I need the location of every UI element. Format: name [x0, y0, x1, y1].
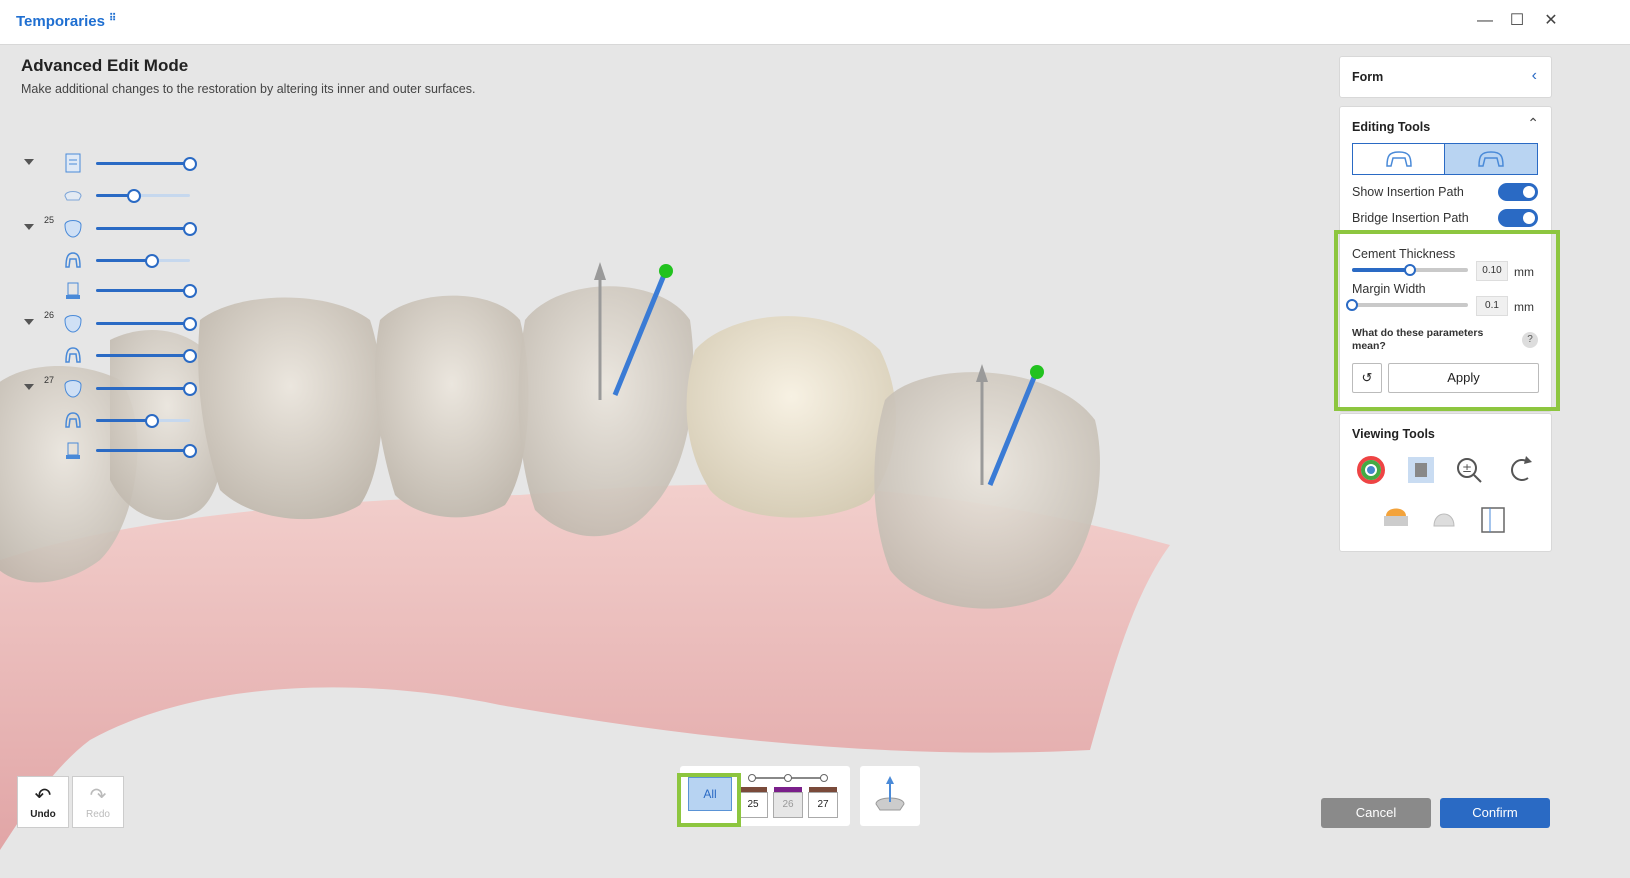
redo-button[interactable]: ↷ Redo	[72, 776, 124, 828]
undo-icon: ↶	[34, 785, 52, 807]
page-subtitle: Make additional changes to the restorati…	[21, 82, 476, 96]
tooth-inner-icon[interactable]	[62, 344, 84, 366]
insertion-view-button[interactable]	[860, 766, 920, 826]
highlight-box	[677, 773, 741, 827]
texture-icon	[1408, 457, 1434, 483]
tooth-26-model	[686, 316, 897, 518]
tooth-inner-icon	[1478, 151, 1504, 167]
expand-tooth-icon	[1384, 508, 1408, 526]
expand-arrow-icon[interactable]	[24, 159, 34, 165]
opacity-slider[interactable]	[96, 189, 190, 203]
form-panel[interactable]: Form ‹	[1339, 56, 1552, 98]
opacity-slider[interactable]	[96, 222, 197, 236]
tooth-number: 27	[44, 375, 55, 385]
cancel-button[interactable]: Cancel	[1321, 798, 1431, 828]
svg-text:±: ±	[1462, 461, 1472, 475]
show-insertion-path-label: Show Insertion Path	[1352, 185, 1464, 199]
editing-tools-label: Editing Tools	[1352, 120, 1431, 134]
abutment-icon[interactable]	[62, 279, 84, 301]
tooth-model	[198, 297, 383, 520]
tooth-crown-icon[interactable]	[62, 377, 84, 399]
pin-icon[interactable]: ⠿	[109, 13, 116, 24]
tooth-number: 25	[44, 215, 55, 225]
tooth-number: 26	[44, 310, 55, 320]
insertion-handle	[659, 264, 673, 278]
form-label: Form	[1352, 70, 1384, 84]
tooth-27-model	[874, 372, 1100, 609]
scan-icon[interactable]	[62, 152, 84, 174]
tree-row	[20, 247, 200, 273]
viewing-tools-label: Viewing Tools	[1352, 427, 1435, 441]
redo-icon: ↷	[89, 785, 107, 807]
outer-surface-tool[interactable]	[1352, 143, 1446, 175]
insertion-axis-icon	[875, 776, 905, 811]
inner-surface-tool[interactable]	[1444, 143, 1538, 175]
abutment-icon[interactable]	[62, 439, 84, 461]
opacity-slider[interactable]	[96, 382, 197, 396]
app-title: Temporaries ⠿	[16, 13, 116, 30]
tooth-crown-icon[interactable]	[62, 217, 84, 239]
undo-button[interactable]: ↶ Undo	[17, 776, 69, 828]
opacity-slider[interactable]	[96, 349, 197, 363]
tree-row	[20, 437, 200, 463]
zoom-icon: ±	[1457, 458, 1482, 483]
bridge-insertion-path-toggle[interactable]	[1498, 209, 1538, 227]
tooth-26-chip[interactable]: 26	[773, 787, 803, 818]
tree-row	[20, 277, 200, 303]
expand-arrow-icon[interactable]	[24, 319, 34, 325]
opacity-slider[interactable]	[96, 157, 197, 171]
jaw-icon[interactable]	[62, 184, 84, 206]
tooth-crown-icon[interactable]	[62, 312, 84, 334]
bridge-insertion-path-label: Bridge Insertion Path	[1352, 211, 1469, 225]
tree-row	[20, 182, 200, 208]
tree-row	[20, 342, 200, 368]
rotate-icon	[1511, 456, 1532, 481]
chevron-up-icon[interactable]: ⌃	[1527, 115, 1539, 132]
expand-arrow-icon[interactable]	[24, 224, 34, 230]
minimize-button[interactable]: —	[1474, 10, 1496, 32]
tooth-outer-icon	[1386, 151, 1412, 167]
tree-row: 26	[20, 310, 200, 336]
chevron-left-icon[interactable]: ‹	[1532, 67, 1537, 85]
color-wheel-icon	[1357, 456, 1385, 484]
tree-row: 25	[20, 215, 200, 241]
undo-label: Undo	[30, 809, 56, 820]
opacity-slider[interactable]	[96, 414, 190, 428]
tooth-model	[375, 295, 529, 518]
tree-row	[20, 150, 200, 176]
close-button[interactable]: ✕	[1540, 10, 1562, 32]
insertion-handle	[1030, 365, 1044, 379]
confirm-button[interactable]: Confirm	[1440, 798, 1550, 828]
page-title: Advanced Edit Mode	[21, 56, 189, 75]
tooth-inner-icon[interactable]	[62, 409, 84, 431]
opacity-slider[interactable]	[96, 254, 190, 268]
expand-arrow-icon[interactable]	[24, 384, 34, 390]
app-title-text: Temporaries	[16, 13, 105, 30]
opacity-slider[interactable]	[96, 317, 197, 331]
tooth-27-chip[interactable]: 27	[808, 787, 838, 818]
title-bar: Temporaries ⠿ — ☐ ✕	[0, 0, 1630, 45]
viewing-tools-panel: Viewing Tools ±	[1339, 413, 1552, 552]
tooth-view-icon	[1433, 513, 1455, 527]
redo-label: Redo	[86, 809, 110, 820]
tree-row	[20, 407, 200, 433]
tree-row: 27	[20, 375, 200, 401]
opacity-slider[interactable]	[96, 284, 197, 298]
highlight-box	[1334, 230, 1560, 411]
show-insertion-path-toggle[interactable]	[1498, 183, 1538, 201]
maximize-button[interactable]: ☐	[1506, 10, 1528, 32]
section-view-icon	[1481, 507, 1505, 533]
tooth-inner-icon[interactable]	[62, 249, 84, 271]
opacity-slider[interactable]	[96, 444, 197, 458]
tooth-25-chip[interactable]: 25	[738, 787, 768, 818]
